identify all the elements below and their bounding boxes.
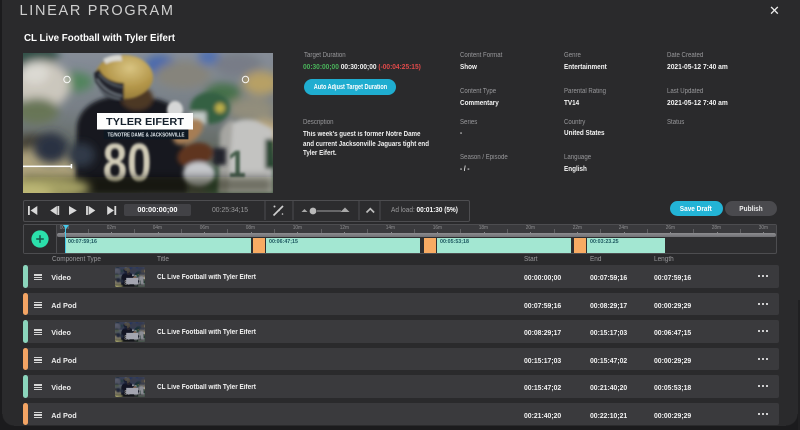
- svg-text:TE/NOTRE DAME & JACKSONVILLE: TE/NOTRE DAME & JACKSONVILLE: [108, 133, 186, 139]
- svg-text:TYLER EIFERT: TYLER EIFERT: [106, 117, 184, 128]
